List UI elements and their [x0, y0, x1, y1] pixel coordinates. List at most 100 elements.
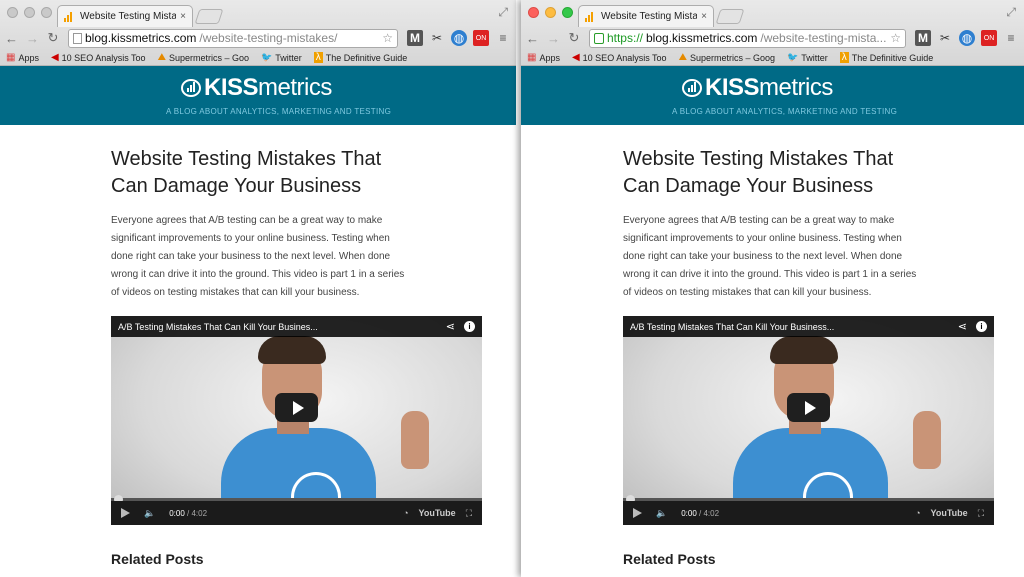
kissmetrics-favicon-icon	[64, 11, 76, 22]
zoom-window-button[interactable]	[41, 7, 52, 18]
video-title[interactable]: A/B Testing Mistakes That Can Kill Your …	[118, 322, 318, 332]
on-extension-icon[interactable]: ON	[981, 30, 997, 46]
related-posts-heading: Related Posts	[111, 551, 204, 567]
article-title: Website Testing Mistakes That Can Damage…	[623, 148, 894, 197]
article-title: Website Testing Mistakes That Can Damage…	[111, 148, 382, 197]
kissmetrics-logo-icon	[682, 79, 702, 97]
site-tagline: A BLOG ABOUT ANALYTICS, MARKETING AND TE…	[166, 107, 392, 116]
close-window-button[interactable]	[7, 7, 18, 18]
video-controls: 🔈 0:00 / 4:02 ◔ YouTube ⛶	[623, 501, 994, 525]
bookmark-item[interactable]: 🐦 Twitter	[261, 52, 302, 63]
bookmark-item[interactable]: ◀ 10 SEO Analysis Too	[51, 52, 146, 63]
address-bar[interactable]: blog.kissmetrics.com/website-testing-mis…	[68, 28, 398, 48]
youtube-logo[interactable]: YouTube	[419, 508, 456, 518]
video-player[interactable]: A/B Testing Mistakes That Can Kill Your …	[623, 316, 994, 525]
supermetrics-icon: ⛰	[157, 52, 166, 63]
play-button[interactable]	[275, 393, 318, 422]
article-intro: Everyone agrees that A/B testing can be …	[623, 215, 917, 298]
fullscreen-video-icon[interactable]: ⛶	[466, 508, 472, 519]
play-button[interactable]	[787, 393, 830, 422]
hamburger-menu-icon[interactable]: ≡	[1003, 30, 1019, 46]
m-extension-icon[interactable]: M	[915, 30, 931, 46]
share-icon[interactable]: ⋖	[446, 320, 455, 333]
fullscreen-icon[interactable]: ⤢	[1006, 5, 1016, 20]
bookmark-item[interactable]: ◀ 10 SEO Analysis Too	[572, 52, 667, 63]
video-thumbnail-hand	[401, 411, 429, 469]
volume-icon[interactable]: 🔈	[144, 508, 155, 519]
bookmark-item[interactable]: λ The Definitive Guide	[839, 52, 933, 63]
tab-close-icon[interactable]: ×	[701, 11, 707, 22]
bookmark-star-icon[interactable]: ☆	[890, 31, 901, 45]
play-icon	[292, 400, 304, 415]
hamburger-menu-icon[interactable]: ≡	[495, 30, 511, 46]
apps-grid-icon: ▦	[6, 52, 16, 63]
share-icon[interactable]: ⋖	[958, 320, 967, 333]
bookmark-item[interactable]: ⛰ Supermetrics – Goog	[679, 52, 775, 63]
article: Website Testing Mistakes That Can Damage…	[623, 146, 1003, 567]
address-bar[interactable]: https://blog.kissmetrics.com/website-tes…	[588, 28, 906, 48]
on-extension-icon[interactable]: ON	[473, 30, 489, 46]
browser-tab[interactable]: Website Testing Mistakes T ×	[578, 5, 714, 27]
play-icon	[804, 400, 816, 415]
control-play-icon[interactable]	[121, 508, 130, 518]
forward-arrow-icon[interactable]: →	[547, 31, 560, 46]
video-title-bar: A/B Testing Mistakes That Can Kill Your …	[111, 316, 482, 337]
url-path: /website-testing-mistakes/	[199, 31, 338, 45]
browser-toolbar: ← → ↻ blog.kissmetrics.com/website-testi…	[0, 27, 516, 49]
scissors-extension-icon[interactable]: ✂	[937, 30, 953, 46]
red-flag-icon: ◀	[571, 52, 580, 63]
watch-later-icon[interactable]: ◔	[915, 508, 920, 518]
url-host: blog.kissmetrics.com	[646, 31, 758, 45]
video-title[interactable]: A/B Testing Mistakes That Can Kill Your …	[630, 322, 834, 332]
tab-title: Website Testing Mistakes T	[601, 11, 698, 22]
info-icon[interactable]: i	[464, 321, 475, 332]
close-window-button[interactable]	[528, 7, 539, 18]
control-play-icon[interactable]	[633, 508, 642, 518]
zoom-window-button[interactable]	[562, 7, 573, 18]
kissmetrics-logo-icon	[181, 79, 201, 97]
twitter-bird-icon: 🐦	[787, 52, 799, 62]
site-header: KISSmetrics A BLOG ABOUT ANALYTICS, MARK…	[521, 66, 1024, 125]
browser-chrome: Website Testing Mistakes T × ⤢ ← → ↻ blo…	[0, 0, 516, 66]
new-tab-button[interactable]	[194, 9, 224, 24]
tab-title: Website Testing Mistakes T	[80, 11, 177, 22]
forward-arrow-icon[interactable]: →	[26, 31, 39, 46]
url-path: /website-testing-mista...	[760, 31, 887, 45]
padlock-icon[interactable]	[593, 32, 604, 44]
browser-toolbar: ← → ↻ https://blog.kissmetrics.com/websi…	[521, 27, 1024, 49]
bookmark-star-icon[interactable]: ☆	[382, 31, 393, 45]
globe-extension-icon[interactable]: ◍	[959, 30, 975, 46]
extensions-area: M ✂ ◍ ON ≡	[407, 30, 511, 46]
video-player[interactable]: A/B Testing Mistakes That Can Kill Your …	[111, 316, 482, 525]
site-header: KISSmetrics A BLOG ABOUT ANALYTICS, MARK…	[0, 66, 516, 125]
back-arrow-icon[interactable]: ←	[5, 31, 18, 46]
fullscreen-video-icon[interactable]: ⛶	[978, 508, 984, 519]
bookmark-item[interactable]: ▦ Apps	[527, 52, 560, 63]
back-arrow-icon[interactable]: ←	[526, 31, 539, 46]
minimize-window-button[interactable]	[545, 7, 556, 18]
lambda-icon: λ	[839, 52, 849, 63]
kissmetrics-logo[interactable]: KISSmetrics	[181, 74, 332, 102]
info-icon[interactable]: i	[976, 321, 987, 332]
bookmark-item[interactable]: λ The Definitive Guide	[313, 52, 407, 63]
bookmark-item[interactable]: ⛰ Supermetrics – Goo	[158, 52, 249, 63]
scissors-extension-icon[interactable]: ✂	[429, 30, 445, 46]
supermetrics-icon: ⛰	[678, 52, 687, 63]
bookmark-item[interactable]: 🐦 Twitter	[787, 52, 828, 63]
globe-extension-icon[interactable]: ◍	[451, 30, 467, 46]
new-tab-button[interactable]	[715, 9, 745, 24]
minimize-window-button[interactable]	[24, 7, 35, 18]
tab-close-icon[interactable]: ×	[180, 11, 186, 22]
browser-window-right: Website Testing Mistakes T × ⤢ ← → ↻ htt…	[521, 0, 1024, 577]
watch-later-icon[interactable]: ◔	[403, 508, 408, 518]
m-extension-icon[interactable]: M	[407, 30, 423, 46]
volume-icon[interactable]: 🔈	[656, 508, 667, 519]
reload-icon[interactable]: ↻	[568, 30, 580, 46]
fullscreen-icon[interactable]: ⤢	[498, 5, 508, 20]
bookmark-item[interactable]: ▦ Apps	[6, 52, 39, 63]
twitter-bird-icon: 🐦	[261, 52, 273, 62]
kissmetrics-logo[interactable]: KISSmetrics	[682, 74, 833, 102]
youtube-logo[interactable]: YouTube	[931, 508, 968, 518]
reload-icon[interactable]: ↻	[47, 30, 59, 46]
browser-tab[interactable]: Website Testing Mistakes T ×	[57, 5, 193, 27]
